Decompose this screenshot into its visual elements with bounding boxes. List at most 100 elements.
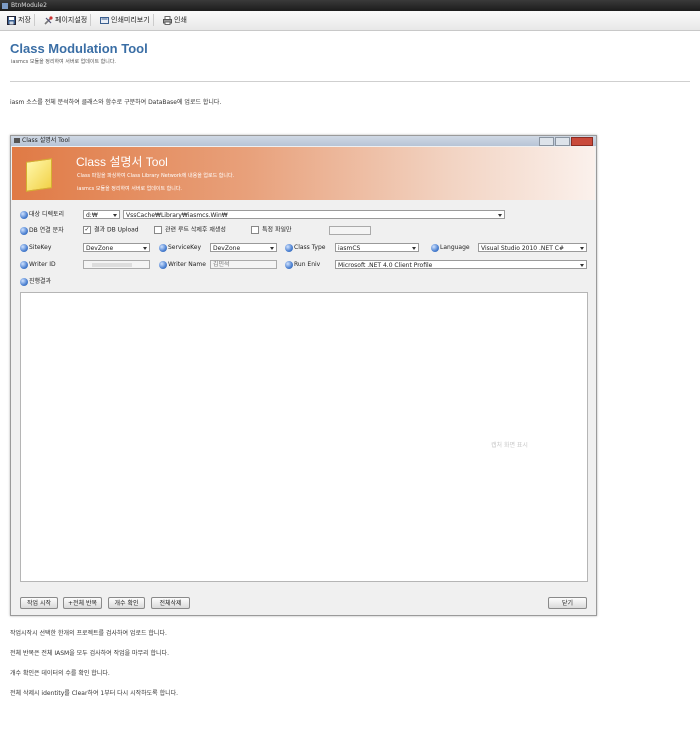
banner-subtitle-1: Class 파일을 파싱하여 Class Library Network에 내용…	[77, 173, 235, 179]
delete-all-label: 전체삭제	[159, 600, 182, 607]
unchecked-box-icon	[154, 226, 162, 234]
result-textarea[interactable]	[20, 292, 588, 582]
close-button[interactable]: 닫기	[548, 597, 587, 609]
sitekey-text: SiteKey	[29, 244, 52, 251]
delete-all-button[interactable]: 전체삭제	[151, 597, 190, 609]
checkmark-icon: ✓	[83, 226, 91, 234]
specific-file-checkbox[interactable]: 특정 파일만	[251, 226, 292, 235]
classtype-value: iasmCS	[338, 245, 361, 252]
preview-icon	[100, 16, 109, 24]
repeat-all-label: +전체 반복	[67, 600, 97, 607]
writer-name-label: Writer Name	[159, 260, 206, 269]
chevron-down-icon	[580, 264, 584, 267]
maximize-button[interactable]	[555, 137, 570, 146]
dialog-titlebar: Class 설명서 Tool	[11, 136, 596, 146]
language-text: Language	[440, 244, 470, 251]
count-button[interactable]: 개수 확인	[108, 597, 145, 609]
classtype-text: Class Type	[294, 244, 326, 251]
sitekey-select[interactable]: DevZone	[83, 243, 150, 252]
close-label: 닫기	[561, 600, 574, 607]
run-env-label: Run Eniv	[285, 260, 320, 269]
page-setup-button[interactable]: 페이지설정	[41, 14, 92, 26]
watermark-text: 캡처 화면 표시	[491, 442, 528, 449]
unchecked-box-icon	[251, 226, 259, 234]
print-label: 인쇄	[174, 16, 187, 24]
chevron-down-icon	[580, 247, 584, 250]
printer-icon	[163, 15, 172, 25]
dialog-title: Class 설명서 Tool	[22, 137, 70, 144]
start-button[interactable]: 작업 시작	[20, 597, 58, 609]
toolbar: 저장 페이지설정 인쇄미리보기 인쇄	[0, 11, 700, 31]
writer-name-input[interactable]: 김민석	[210, 260, 277, 269]
classtype-select[interactable]: iasmCS	[335, 243, 419, 252]
writer-name-value: 김민석	[213, 261, 230, 268]
info-bullet-icon	[20, 277, 28, 286]
progress-text: 진행결과	[29, 278, 52, 285]
repeat-all-button[interactable]: +전체 반복	[63, 597, 102, 609]
save-button[interactable]: 저장	[4, 14, 35, 26]
language-value: Visual Studio 2010 .NET C#	[481, 245, 564, 252]
run-env-text: Run Eniv	[294, 261, 321, 268]
page-title: Class Modulation Tool	[10, 41, 148, 56]
servicekey-text: ServiceKey	[168, 244, 202, 251]
banner-subtitle-2: iasmcs 모듈을 정리하여 서버로 업데이트 합니다.	[77, 186, 183, 192]
info-bullet-icon	[20, 260, 28, 269]
tools-icon	[44, 15, 53, 25]
divider	[10, 81, 690, 82]
count-label: 개수 확인	[114, 600, 139, 607]
classtype-label: Class Type	[285, 243, 325, 252]
note-4: 전체 삭제시 identity를 Clear하여 1부터 다시 시작하도록 합니…	[10, 690, 179, 697]
info-bullet-icon	[20, 243, 28, 252]
specific-file-label: 특정 파일만	[262, 226, 292, 234]
page-subtitle: iasmcs 모듈을 정리하여 서버로 업데이트 합니다.	[11, 59, 117, 65]
path-value: VssCache₩Library₩iasmcs.Win₩	[126, 212, 228, 219]
chevron-down-icon	[498, 214, 502, 217]
info-bullet-icon	[431, 243, 439, 252]
sitekey-label: SiteKey	[20, 243, 51, 252]
note-3: 개수 확인은 데이터의 수를 확인 합니다.	[10, 670, 110, 677]
page-description: iasm 소스를 전체 분석하여 클래스와 함수로 구분하여 DataBase에…	[10, 99, 222, 106]
note-1: 작업시작시 선택한 한개의 프로젝트를 검사하여 업로드 합니다.	[10, 630, 167, 637]
drive-value: d:₩	[86, 212, 98, 219]
print-button[interactable]: 인쇄	[160, 14, 190, 26]
print-preview-button[interactable]: 인쇄미리보기	[97, 14, 154, 26]
app-icon	[2, 2, 8, 9]
servicekey-select[interactable]: DevZone	[210, 243, 277, 252]
writer-id-label: Writer ID	[20, 260, 56, 269]
sitekey-value: DevZone	[86, 245, 114, 252]
db-conn-text: DB 연결 문자	[29, 227, 64, 234]
blurred-text	[92, 262, 132, 267]
language-select[interactable]: Visual Studio 2010 .NET C#	[478, 243, 587, 252]
start-label: 작업 시작	[27, 600, 51, 607]
db-upload-label: 결과 DB Upload	[94, 226, 139, 234]
regen-label: 관련 루트 삭제후 재생성	[165, 226, 226, 234]
banner-title: Class 설명서 Tool	[76, 155, 168, 169]
specific-file-input[interactable]	[329, 226, 371, 235]
servicekey-value: DevZone	[213, 245, 241, 252]
writer-name-text: Writer Name	[168, 261, 206, 268]
chevron-down-icon	[143, 247, 147, 250]
folder-icon	[26, 158, 52, 192]
db-conn-label: DB 연결 문자	[20, 226, 64, 235]
minimize-button[interactable]	[539, 137, 554, 146]
db-upload-checkbox[interactable]: ✓ 결과 DB Upload	[83, 226, 139, 235]
run-env-select[interactable]: Microsoft .NET 4.0 Client Profile	[335, 260, 587, 269]
dialog-app-icon	[14, 138, 20, 143]
window-controls	[538, 137, 593, 147]
servicekey-label: ServiceKey	[159, 243, 201, 252]
info-bullet-icon	[285, 243, 293, 252]
writer-id-input[interactable]	[83, 260, 150, 269]
info-bullet-icon	[159, 243, 167, 252]
note-2: 전체 반복은 전체 IASM을 모두 검사하여 작업을 마무리 합니다.	[10, 650, 169, 657]
close-window-button[interactable]	[571, 137, 593, 146]
chevron-down-icon	[270, 247, 274, 250]
regen-checkbox[interactable]: 관련 루트 삭제후 재생성	[154, 226, 226, 235]
progress-label: 진행결과	[20, 277, 51, 286]
path-select[interactable]: VssCache₩Library₩iasmcs.Win₩	[123, 210, 505, 219]
drive-select[interactable]: d:₩	[83, 210, 120, 219]
window-titlebar: BtnModule2	[0, 0, 700, 11]
print-preview-label: 인쇄미리보기	[111, 16, 150, 24]
info-bullet-icon	[20, 210, 28, 219]
target-dir-text: 대상 디렉토리	[29, 211, 65, 218]
language-label: Language	[431, 243, 470, 252]
